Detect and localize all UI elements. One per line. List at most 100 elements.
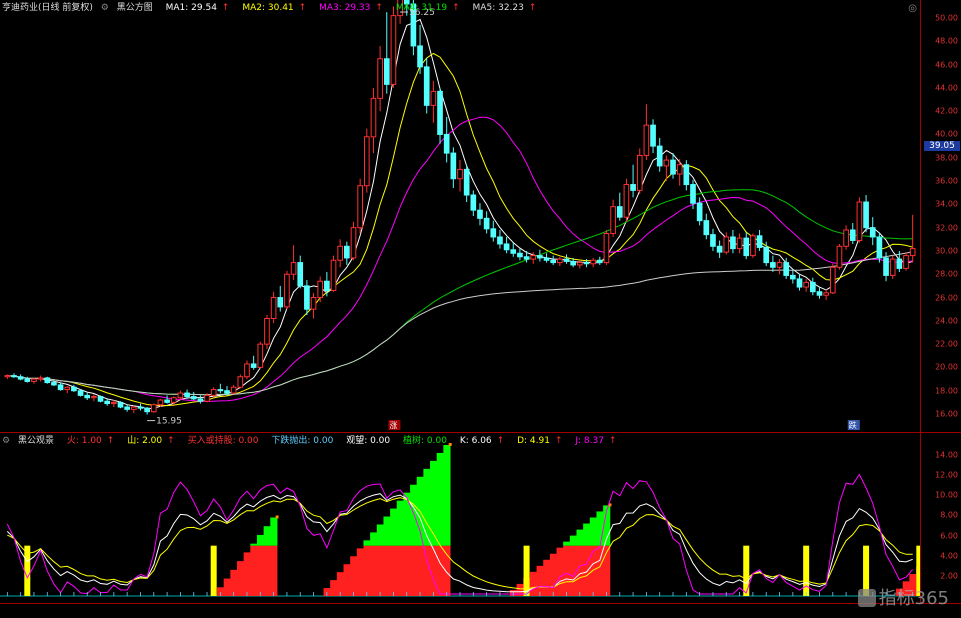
buy-bar bbox=[243, 552, 251, 596]
candle bbox=[803, 281, 809, 288]
price-chart[interactable]: 56.2515.95 涨跌 bbox=[0, 0, 921, 432]
buy-bar bbox=[596, 545, 604, 596]
price-tick: 42.00 bbox=[935, 106, 958, 116]
rise-tag-text: 涨 bbox=[389, 420, 397, 430]
buy-bar bbox=[583, 545, 591, 596]
buy-bar bbox=[390, 545, 398, 596]
candle bbox=[783, 262, 790, 276]
candle bbox=[270, 297, 277, 320]
buy-bar bbox=[403, 545, 411, 596]
tree-bar bbox=[436, 452, 444, 546]
indicator-select[interactable]: ⚙ 黑公观景 bbox=[2, 436, 59, 446]
candle bbox=[357, 185, 363, 229]
price-tick: 26.00 bbox=[935, 293, 958, 303]
ma-5: MA5: 32.23 ↑ bbox=[472, 3, 537, 13]
buy-bar bbox=[223, 578, 231, 596]
candle bbox=[250, 363, 257, 368]
candle bbox=[450, 152, 457, 180]
candle bbox=[490, 228, 497, 238]
candle bbox=[523, 256, 530, 260]
indicator-tick: 14.00 bbox=[935, 450, 958, 460]
buy-bar bbox=[250, 545, 258, 596]
shan-bar bbox=[210, 545, 217, 596]
candle bbox=[863, 201, 869, 229]
candle bbox=[756, 235, 763, 248]
candle bbox=[876, 236, 883, 259]
candle bbox=[483, 217, 490, 230]
candle bbox=[124, 406, 130, 410]
ind-item-k: K: 6.06 ↑ bbox=[459, 436, 505, 446]
candle bbox=[790, 274, 796, 280]
buy-bar bbox=[263, 545, 271, 596]
shan-bar bbox=[743, 545, 750, 596]
candle bbox=[770, 262, 776, 268]
candle bbox=[716, 245, 723, 253]
tree-bar bbox=[563, 541, 571, 546]
candle bbox=[563, 258, 570, 262]
price-legend: 亨迪药业(日线 前复权) ⚙ 黑公方图 MA1: 29.54 ↑ MA2: 30.… bbox=[2, 0, 546, 16]
candle bbox=[690, 184, 696, 204]
stock-title: 亨迪药业(日线 前复权) bbox=[2, 3, 93, 13]
buy-bar bbox=[576, 545, 584, 596]
ind-item-tree: 植树: 0.00 bbox=[403, 436, 447, 446]
current-price-tag: 39.05 bbox=[924, 140, 960, 151]
candle bbox=[643, 124, 650, 156]
ind-item-watch: 观望: 0.00 bbox=[346, 436, 391, 446]
indicator-tick: 12.00 bbox=[935, 470, 958, 480]
candle bbox=[244, 363, 250, 378]
candle bbox=[816, 291, 823, 296]
candle bbox=[463, 168, 470, 196]
tree-bar bbox=[396, 500, 404, 546]
indicator-chart[interactable] bbox=[0, 433, 921, 603]
buy-bar bbox=[330, 580, 338, 596]
candle bbox=[603, 232, 610, 264]
tree-bar bbox=[403, 492, 411, 546]
price-tick: 16.00 bbox=[935, 409, 958, 419]
tree-bar bbox=[256, 534, 265, 546]
candle bbox=[44, 377, 51, 384]
price-tick: 48.00 bbox=[935, 36, 958, 46]
candle bbox=[204, 394, 210, 402]
candle bbox=[630, 184, 636, 191]
buy-bar bbox=[396, 545, 404, 596]
candle bbox=[284, 273, 290, 308]
tree-bar bbox=[376, 524, 384, 546]
candle bbox=[856, 201, 863, 241]
buy-bar bbox=[350, 556, 358, 596]
indicator-panel: ⚙ 黑公观景 火: 1.00 ↑ 山: 2.00 ↑ 买入或持股: 0.00 下跌抛… bbox=[0, 433, 961, 604]
candle bbox=[344, 245, 350, 259]
candle bbox=[503, 243, 510, 251]
candle bbox=[557, 258, 563, 264]
buy-bar bbox=[543, 559, 551, 596]
candle bbox=[157, 399, 164, 406]
low-label: 15.95 bbox=[156, 417, 182, 427]
price-tick: 38.00 bbox=[935, 153, 958, 163]
ind-item-huo: 火: 1.00 ↑ bbox=[66, 436, 115, 446]
buy-bar bbox=[536, 565, 544, 596]
candle bbox=[210, 389, 217, 396]
candle bbox=[696, 202, 703, 222]
candle bbox=[297, 262, 304, 287]
candle bbox=[71, 386, 77, 392]
price-panel: 亨迪药业(日线 前复权) ⚙ 黑公方图 MA1: 29.54 ↑ MA2: 30.… bbox=[0, 0, 961, 433]
ind-item-j: J: 8.37 ↑ bbox=[575, 436, 617, 446]
candle bbox=[596, 259, 603, 264]
buy-bar bbox=[383, 545, 391, 596]
candle bbox=[390, 15, 397, 85]
candle bbox=[184, 392, 190, 398]
candle bbox=[903, 255, 909, 269]
candle bbox=[583, 262, 590, 265]
candle bbox=[537, 255, 543, 259]
indicator-select[interactable]: ⚙ 黑公方图 bbox=[101, 3, 158, 13]
buy-bar bbox=[363, 545, 371, 596]
candle bbox=[64, 386, 71, 391]
candle bbox=[909, 248, 916, 257]
candle bbox=[37, 377, 44, 380]
candle bbox=[237, 376, 244, 388]
watermark: 指标365 bbox=[857, 584, 949, 610]
candle bbox=[543, 257, 550, 261]
candle bbox=[324, 280, 330, 292]
candle bbox=[610, 206, 616, 234]
candle bbox=[170, 397, 177, 403]
price-tick: 36.00 bbox=[935, 176, 958, 186]
